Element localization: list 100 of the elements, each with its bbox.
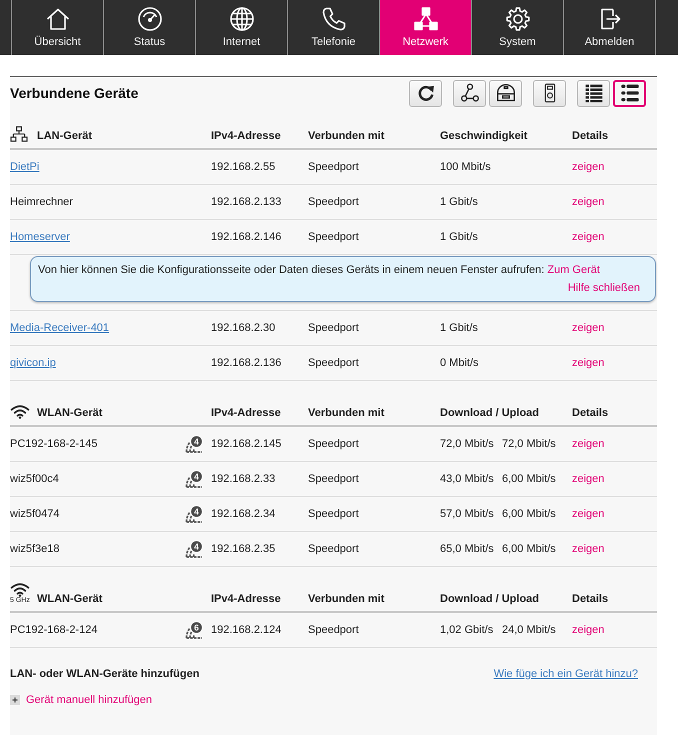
device-name: wiz5f3e18 — [10, 543, 60, 555]
open-device-link[interactable]: Zum Gerät — [547, 264, 600, 276]
details-link[interactable]: zeigen — [572, 357, 604, 369]
upload-speed: 24,0 Mbit/s — [502, 624, 556, 636]
help-text: Von hier können Sie die Konfigurationsseite oder Daten dieses Geräts in einem neuen Fenster aufrufen: Zum Gerät — [38, 263, 601, 278]
plus-icon[interactable] — [10, 695, 20, 705]
device-link[interactable]: Homeserver — [10, 231, 70, 243]
list-icon — [584, 83, 604, 103]
connected-to: Speedport — [308, 473, 359, 485]
view-button[interactable] — [577, 80, 610, 106]
bullet-list-icon — [620, 83, 640, 103]
device-name: PC192-168-2-145 — [10, 438, 98, 450]
ip-address: 192.168.2.34 — [211, 508, 276, 520]
upload-speed: 6,00 Mbit/s — [502, 473, 556, 485]
details-link[interactable]: zeigen — [572, 438, 604, 450]
link-speed: 1 Gbit/s — [440, 196, 478, 208]
upload-speed: 6,00 Mbit/s — [502, 543, 556, 555]
ip-address: 192.168.2.145 — [211, 438, 282, 450]
link-speed: 1 Gbit/s — [440, 231, 478, 243]
nav-tab[interactable]: System — [472, 0, 564, 55]
download-speed: 57,0 Mbit/s — [440, 508, 494, 520]
network-icon — [10, 126, 28, 142]
link-speed: 0 Mbit/s — [440, 357, 479, 369]
column-header: Geschwindigkeit — [440, 130, 528, 142]
ip-address: 192.168.2.133 — [211, 196, 282, 208]
column-header: LAN-Gerät — [37, 130, 92, 142]
download-speed: 43,0 Mbit/s — [440, 473, 494, 485]
ip-address: 192.168.2.146 — [211, 231, 282, 243]
details-link[interactable]: zeigen — [572, 508, 604, 520]
column-header: Download / Upload — [440, 407, 539, 419]
device-name: wiz5f0474 — [10, 508, 60, 520]
network-icon — [412, 6, 438, 32]
view-button[interactable] — [613, 80, 646, 106]
wifi-icon — [10, 404, 30, 419]
details-link[interactable]: zeigen — [572, 231, 604, 243]
section-title: LAN- oder WLAN-Geräte hinzufügen — [10, 668, 200, 680]
ip-address: 192.168.2.55 — [211, 161, 276, 173]
add-device-link[interactable]: Gerät manuell hinzufügen — [26, 694, 152, 706]
nav-tab[interactable]: Internet — [196, 0, 288, 55]
house-icon — [44, 6, 70, 32]
column-header: Download / Upload — [440, 593, 539, 605]
gear-icon — [504, 6, 530, 32]
download-speed: 1,02 Gbit/s — [440, 624, 494, 636]
connected-to: Speedport — [308, 231, 359, 243]
device-name: wiz5f00c4 — [10, 473, 59, 485]
column-header: WLAN-Gerät — [37, 407, 102, 419]
connected-to: Speedport — [308, 357, 359, 369]
ip-address: 192.168.2.124 — [211, 624, 282, 636]
nav-tab[interactable]: Netzwerk — [380, 0, 472, 55]
nav-tab[interactable]: Abmelden — [564, 0, 656, 55]
connected-to: Speedport — [308, 438, 359, 450]
link-speed: 100 Mbit/s — [440, 161, 491, 173]
device-name: PC192-168-2-124 — [10, 624, 98, 636]
phone-icon — [320, 6, 346, 32]
refresh-button[interactable] — [409, 80, 442, 106]
refresh-icon — [416, 83, 436, 103]
device-link[interactable]: qivicon.ip — [10, 357, 56, 369]
column-header: Details — [572, 407, 608, 419]
help-link[interactable]: Wie füge ich ein Gerät hinzu? — [494, 668, 638, 680]
nav-tab[interactable]: Übersicht — [12, 0, 104, 55]
column-header: Verbunden mit — [308, 593, 384, 605]
link-speed: 1 Gbit/s — [440, 322, 478, 334]
globe-icon — [228, 6, 254, 32]
device-name: Heimrechner — [10, 196, 73, 208]
connected-to: Speedport — [308, 196, 359, 208]
device-link[interactable]: DietPi — [10, 161, 40, 173]
view-button[interactable] — [489, 80, 522, 106]
ip-address: 192.168.2.33 — [211, 473, 276, 485]
nav-tab[interactable]: Status — [104, 0, 196, 55]
gauge-icon — [136, 6, 162, 32]
connected-to: Speedport — [308, 508, 359, 520]
download-speed: 65,0 Mbit/s — [440, 543, 494, 555]
close-help-link[interactable]: Hilfe schließen — [568, 282, 640, 294]
device-link[interactable]: Media-Receiver-401 — [10, 322, 110, 334]
download-speed: 72,0 Mbit/s — [440, 438, 494, 450]
column-header: IPv4-Adresse — [211, 593, 281, 605]
view-button[interactable] — [453, 80, 486, 106]
column-header: Details — [572, 593, 608, 605]
details-link[interactable]: zeigen — [572, 322, 604, 334]
details-link[interactable]: zeigen — [572, 624, 604, 636]
topology-icon — [460, 83, 480, 103]
details-link[interactable]: zeigen — [572, 473, 604, 485]
wifi-icon — [10, 582, 30, 597]
details-link[interactable]: zeigen — [572, 543, 604, 555]
ip-address: 192.168.2.35 — [211, 543, 276, 555]
connected-to: Speedport — [308, 161, 359, 173]
view-button[interactable] — [533, 80, 566, 106]
ip-address: 192.168.2.30 — [211, 322, 276, 334]
connected-to: Speedport — [308, 624, 359, 636]
page-title: Verbundene Geräte — [10, 85, 138, 101]
ip-address: 192.168.2.136 — [211, 357, 282, 369]
details-link[interactable]: zeigen — [572, 196, 604, 208]
column-header: IPv4-Adresse — [211, 130, 281, 142]
connected-to: Speedport — [308, 322, 359, 334]
upload-speed: 6,00 Mbit/s — [502, 508, 556, 520]
details-link[interactable]: zeigen — [572, 161, 604, 173]
column-header: Verbunden mit — [308, 130, 384, 142]
column-header: Details — [572, 130, 608, 142]
upload-speed: 72,0 Mbit/s — [502, 438, 556, 450]
column-header: Verbunden mit — [308, 407, 384, 419]
